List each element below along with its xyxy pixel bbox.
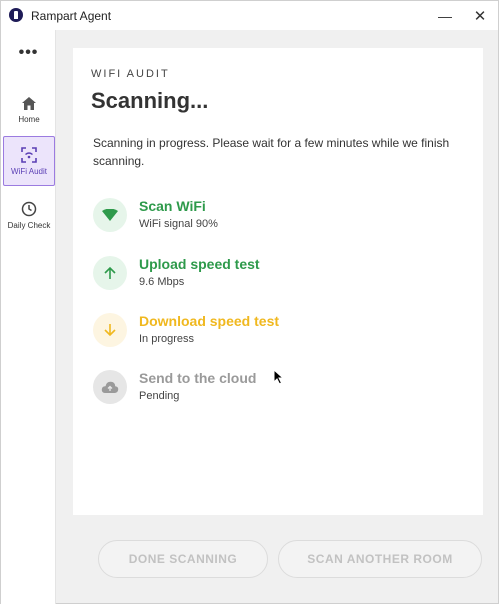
arrow-up-icon xyxy=(93,256,127,290)
mouse-cursor-icon xyxy=(273,369,284,385)
scan-another-room-button[interactable]: SCAN ANOTHER ROOM xyxy=(278,540,482,578)
step-title: Download speed test xyxy=(139,313,280,329)
wifi-icon xyxy=(93,198,127,232)
sidebar: ••• Home WiFi Audit Daily Check xyxy=(1,30,56,604)
sidebar-item-home[interactable]: Home xyxy=(3,85,55,135)
sidebar-item-label: Daily Check xyxy=(7,220,51,230)
arrow-down-icon xyxy=(93,313,127,347)
sidebar-item-label: Home xyxy=(18,115,40,124)
home-icon xyxy=(22,97,36,110)
done-scanning-button[interactable]: DONE SCANNING xyxy=(98,540,268,578)
page-title: Scanning... xyxy=(91,88,209,113)
step-upload-speed-test: Upload speed test 9.6 Mbps xyxy=(93,256,473,296)
step-title: Upload speed test xyxy=(139,256,260,272)
step-scan-wifi: Scan WiFi WiFi signal 90% xyxy=(93,198,473,238)
clock-icon xyxy=(21,201,37,216)
app-window: Rampart Agent — ✕ ••• Home WiFi Audit Da… xyxy=(0,0,499,604)
sidebar-item-label: WiFi Audit xyxy=(10,166,47,176)
cloud-upload-icon xyxy=(93,370,127,404)
title-bar: Rampart Agent — ✕ xyxy=(1,1,498,30)
step-subtitle: Pending xyxy=(139,390,180,402)
step-subtitle: WiFi signal 90% xyxy=(139,218,218,230)
step-subtitle: 9.6 Mbps xyxy=(139,276,185,288)
step-subtitle: In progress xyxy=(139,333,195,345)
step-download-speed-test: Download speed test In progress xyxy=(93,313,473,353)
sidebar-item-wifi-audit[interactable]: WiFi Audit xyxy=(3,136,55,186)
step-title: Scan WiFi xyxy=(139,198,206,214)
step-title: Send to the cloud xyxy=(139,370,257,386)
sidebar-item-daily-check[interactable]: Daily Check xyxy=(3,190,55,240)
more-options-icon[interactable]: ••• xyxy=(1,44,56,62)
scan-icon xyxy=(21,146,37,163)
scan-description: Scanning in progress. Please wait for a … xyxy=(93,136,450,168)
minimize-button[interactable]: — xyxy=(427,1,463,30)
rampart-logo-icon xyxy=(9,8,23,22)
wifi-audit-card: WIFI AUDIT Scanning... Scanning in progr… xyxy=(73,48,483,515)
close-button[interactable]: ✕ xyxy=(462,1,498,30)
section-eyebrow: WIFI AUDIT xyxy=(91,68,170,80)
window-title: Rampart Agent xyxy=(31,9,112,23)
